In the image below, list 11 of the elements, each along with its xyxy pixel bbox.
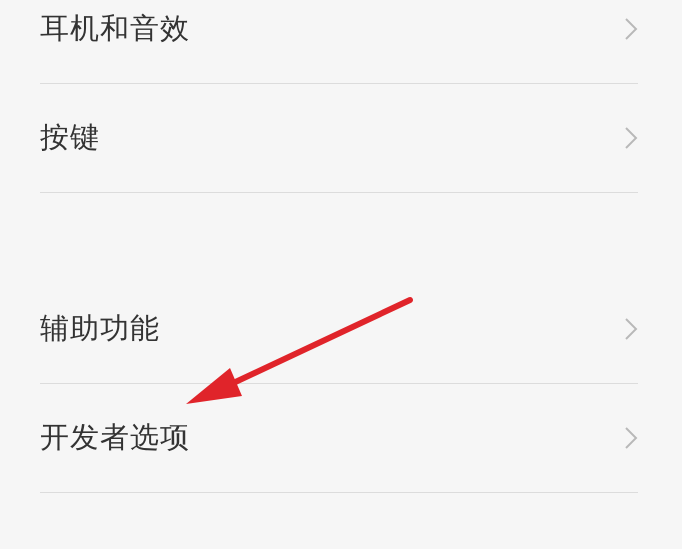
- arrow-icon: [186, 297, 413, 404]
- chevron-icon: [624, 317, 638, 341]
- settings-label: 按键: [40, 119, 100, 156]
- chevron-icon: [624, 17, 638, 41]
- settings-label: 耳机和音效: [40, 10, 190, 47]
- chevron-icon: [624, 126, 638, 150]
- settings-label: 开发者选项: [40, 419, 190, 456]
- settings-label: 辅助功能: [40, 310, 160, 347]
- chevron-icon: [624, 426, 638, 450]
- settings-item[interactable]: 耳机和音效: [40, 0, 638, 84]
- settings-item[interactable]: 按键: [40, 84, 638, 193]
